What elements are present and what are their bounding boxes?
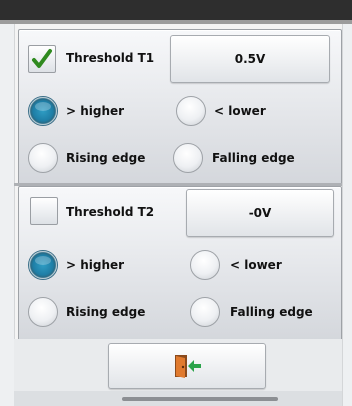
checkmark-icon [32, 49, 52, 68]
t2-higher-label: > higher [66, 258, 125, 272]
t2-falling-edge-label: Falling edge [230, 305, 313, 319]
threshold-t2-value-button[interactable]: -0V [186, 189, 334, 237]
t2-higher-radio[interactable] [28, 250, 58, 280]
t1-higher-radio[interactable] [28, 96, 58, 126]
threshold-t2-checkbox[interactable] [30, 197, 58, 225]
t2-rising-edge-radio[interactable] [28, 297, 58, 327]
window-top-bar [0, 0, 352, 20]
t1-lower-label: < lower [214, 104, 266, 118]
t1-lower-radio[interactable] [176, 96, 206, 126]
threshold-t1-value-button[interactable]: 0.5V [170, 35, 330, 83]
top-rim [0, 20, 352, 24]
t2-rising-edge-label: Rising edge [66, 305, 146, 319]
exit-door-icon [175, 355, 201, 378]
t2-falling-edge-radio[interactable] [190, 297, 220, 327]
t1-higher-label: > higher [66, 104, 125, 118]
t1-rising-edge-radio[interactable] [28, 143, 58, 173]
t1-rising-edge-label: Rising edge [66, 151, 146, 165]
threshold-t2-label: Threshold T2 [66, 205, 155, 219]
t2-lower-label: < lower [230, 258, 282, 272]
threshold-t1-value: 0.5V [234, 52, 266, 66]
right-frame [342, 24, 352, 406]
exit-button[interactable] [108, 343, 266, 389]
left-frame [0, 24, 15, 406]
t1-falling-edge-radio[interactable] [173, 143, 203, 173]
horizontal-scrollbar[interactable] [122, 397, 278, 401]
t2-lower-radio[interactable] [190, 250, 220, 280]
threshold-t2-value: -0V [248, 206, 272, 220]
t1-falling-edge-label: Falling edge [212, 151, 295, 165]
threshold-t1-checkbox[interactable] [28, 45, 56, 73]
threshold-t1-label: Threshold T1 [66, 51, 155, 65]
bottom-bar [14, 391, 342, 406]
